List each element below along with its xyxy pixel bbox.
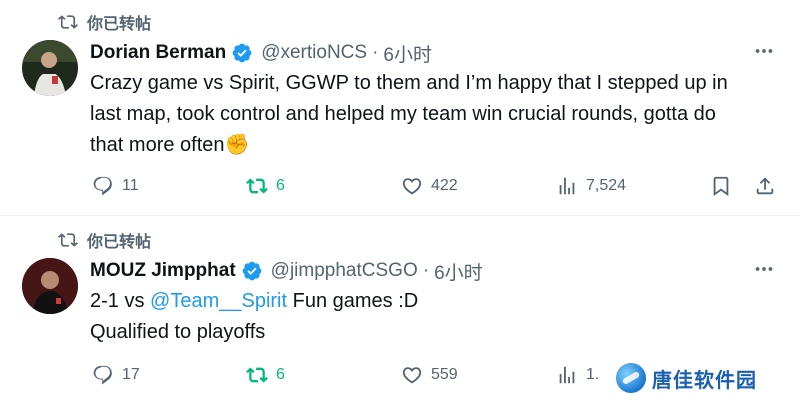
views-button[interactable]: 7,524 xyxy=(554,171,626,201)
watermark: 唐佳软件园 xyxy=(614,360,800,396)
bookmark-icon xyxy=(708,173,734,199)
tweet-text-line: last map, took control and helped my tea… xyxy=(90,103,716,125)
retweet-label: 你已转帖 xyxy=(87,16,152,33)
views-button[interactable]: 1. xyxy=(554,360,599,390)
heart-icon xyxy=(399,362,425,388)
tweet-header: MOUZ Jimpphat @jimpphatCSGO · 6小时 xyxy=(90,258,483,284)
tweet-text-line: 2-1 vs @Team__Spirit Fun games :D xyxy=(90,286,790,317)
tweet-actions: 11 6 422 7,524 xyxy=(90,171,790,201)
tweet-header: Dorian Berman @xertioNCS · 6小时 xyxy=(90,40,432,66)
retweet-icon xyxy=(244,362,270,388)
reply-count: 11 xyxy=(122,177,139,194)
avatar[interactable] xyxy=(22,258,78,314)
reply-icon xyxy=(90,173,116,199)
tweet-card[interactable]: 你已转帖 Dorian Berman @xertioNCS · 6小时 Craz… xyxy=(0,0,800,216)
tweet-text: Crazy game vs Spirit, GGWP to them and I… xyxy=(90,68,790,161)
reply-button[interactable]: 11 xyxy=(90,171,139,201)
author-handle[interactable]: @xertioNCS xyxy=(261,42,367,64)
timestamp[interactable]: 6小时 xyxy=(383,40,432,67)
analytics-icon xyxy=(554,173,580,199)
watermark-logo-icon xyxy=(616,363,646,393)
analytics-icon xyxy=(554,362,580,388)
like-button[interactable]: 559 xyxy=(399,360,458,390)
views-count: 7,524 xyxy=(586,177,627,194)
tweet-text: 2-1 vs @Team__Spirit Fun games :D Qualif… xyxy=(90,286,790,348)
more-horizontal-icon xyxy=(753,258,775,285)
retweet-context[interactable]: 你已转帖 xyxy=(57,11,151,33)
retweet-icon xyxy=(57,229,79,251)
more-options-button[interactable] xyxy=(750,40,778,66)
tweet-text-line-content: that more often xyxy=(90,134,225,156)
tweet-text-line: that more often✊ xyxy=(90,130,790,161)
verified-badge-icon xyxy=(231,42,253,64)
bookmark-button[interactable] xyxy=(708,171,734,201)
retweet-icon xyxy=(57,11,79,33)
retweet-count: 6 xyxy=(276,366,285,383)
tweet-text-segment: Fun games :D xyxy=(287,290,419,312)
timestamp[interactable]: 6小时 xyxy=(434,258,483,285)
retweet-button[interactable]: 6 xyxy=(244,171,285,201)
more-horizontal-icon xyxy=(753,40,775,67)
share-icon xyxy=(752,173,778,199)
like-button[interactable]: 422 xyxy=(399,171,458,201)
tweet-text-segment: 2-1 vs xyxy=(90,290,151,312)
raised-fist-icon: ✊ xyxy=(224,134,250,156)
retweet-icon xyxy=(244,173,270,199)
tweet-text-line: Qualified to playoffs xyxy=(90,321,266,343)
views-count: 1. xyxy=(586,366,600,383)
separator-dot: · xyxy=(422,260,430,281)
reply-count: 17 xyxy=(122,366,140,383)
retweet-label: 你已转帖 xyxy=(87,234,152,251)
author-handle[interactable]: @jimpphatCSGO xyxy=(271,260,418,282)
retweet-button[interactable]: 6 xyxy=(244,360,285,390)
watermark-text: 唐佳软件园 xyxy=(652,369,757,392)
more-options-button[interactable] xyxy=(750,258,778,284)
like-count: 422 xyxy=(431,177,458,194)
retweet-context[interactable]: 你已转帖 xyxy=(57,229,151,251)
author-name[interactable]: MOUZ Jimpphat xyxy=(90,260,236,282)
reply-button[interactable]: 17 xyxy=(90,360,140,390)
mention-link[interactable]: @Team__Spirit xyxy=(150,290,287,312)
reply-icon xyxy=(90,362,116,388)
separator-dot: · xyxy=(372,42,379,63)
heart-icon xyxy=(399,173,425,199)
tweet-text-line: Crazy game vs Spirit, GGWP to them and I… xyxy=(90,72,728,94)
author-name[interactable]: Dorian Berman xyxy=(90,42,226,64)
avatar[interactable] xyxy=(22,40,78,96)
share-button[interactable] xyxy=(752,171,778,201)
retweet-count: 6 xyxy=(276,177,285,194)
like-count: 559 xyxy=(431,366,458,383)
verified-badge-icon xyxy=(241,260,263,282)
